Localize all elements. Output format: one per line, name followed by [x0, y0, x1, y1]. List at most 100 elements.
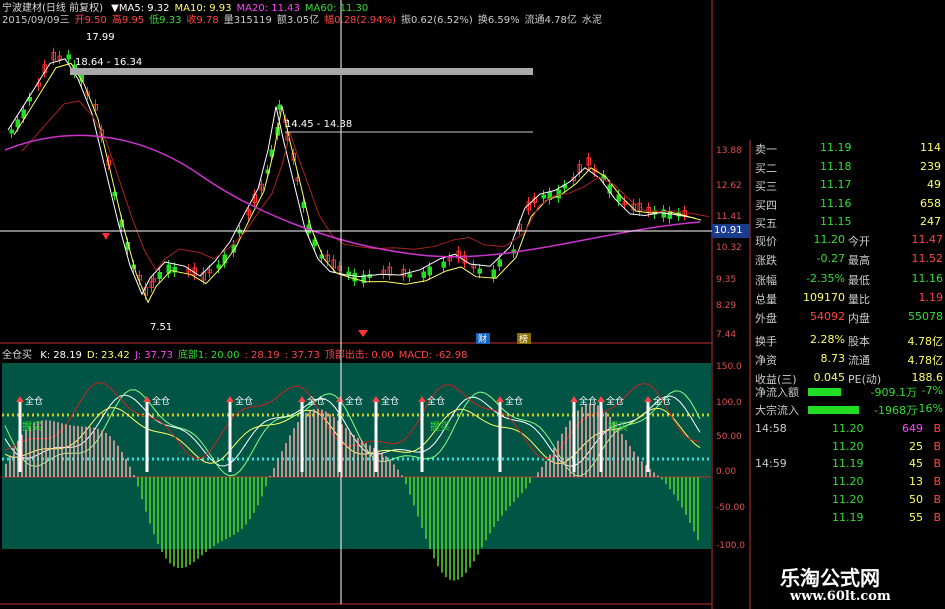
tick-row: 11.20 25 B: [752, 439, 945, 455]
tick-row: 14:58 11.20 649 B: [752, 421, 945, 437]
candle-body: [216, 264, 221, 269]
order-level-label: 买五: [755, 217, 777, 230]
event-marker-1[interactable]: 财: [478, 332, 487, 345]
buy-signal-label: 全仓: [579, 397, 598, 407]
stat-label: 最低: [848, 273, 870, 287]
flow-pct: -7%: [921, 384, 943, 397]
stat-value: 55078: [908, 310, 943, 324]
ma5-line: [7, 58, 696, 296]
stat-value: 4.78亿: [907, 334, 944, 348]
order-volume: 247: [920, 215, 941, 228]
candle-body: [497, 259, 502, 267]
candle-body: [277, 104, 282, 110]
order-price: 11.19: [820, 141, 852, 154]
stat-label: 今开: [848, 235, 870, 248]
range-label-1: 18.64 - 16.34: [75, 57, 143, 68]
ohlc-field: 开9.50: [74, 15, 107, 26]
tick-volume: 25: [909, 440, 923, 453]
candle-body: [541, 194, 546, 199]
buy-signal-label: 全仓: [345, 397, 364, 407]
order-price: 11.18: [820, 159, 852, 173]
indicator-header: 全仓买 K: 28.19 D: 23.42 J: 37.73 底部1: 20.00: …: [2, 346, 477, 361]
order-level-label: 买四: [755, 198, 777, 212]
stat-row: 外盘 54092 内盘 55078: [752, 309, 945, 327]
stat-value: 11.16: [911, 271, 944, 285]
order-level-label: 买二: [755, 161, 777, 175]
order-volume: 658: [920, 196, 941, 210]
buy-signal-label: 全仓: [152, 397, 171, 407]
tick-price: 11.19: [832, 511, 864, 524]
price-tick-label: 9.35: [716, 275, 737, 285]
candle-body: [9, 129, 14, 134]
order-book-row: 买三 11.17 49: [752, 177, 945, 195]
stat-label: 涨幅: [755, 273, 777, 287]
tick-side: B: [933, 457, 941, 470]
indicator-readout: : 28.19: [244, 350, 280, 361]
ma10-line: [13, 62, 702, 304]
buy-signal-label: 全仓: [235, 397, 254, 407]
stat-label: 最高: [848, 254, 870, 268]
indicator-tick-label: 100.0: [716, 398, 742, 408]
indicator-readout: 顶部出击: 0.00: [324, 350, 394, 361]
ohlc-field: 振0.62(6.52%): [401, 15, 473, 26]
buy-text-2: 握买: [430, 422, 450, 433]
flow-label: 大宗流入: [755, 404, 799, 417]
fund-flow-row: 大宗流入 -1968万 -16%: [752, 401, 945, 419]
indicator-readout: D: 23.42: [86, 350, 130, 361]
event-marker-2[interactable]: 榜: [519, 332, 528, 345]
stat-label: 量比: [848, 292, 870, 306]
candle-body: [346, 271, 351, 276]
stat-value: 11.47: [911, 233, 944, 246]
order-volume: 114: [920, 141, 941, 154]
current-price-label: 10.91: [714, 225, 743, 236]
stat-label: 净资: [755, 353, 777, 367]
tick-row: 11.20 50 B: [752, 492, 945, 508]
candle-body: [157, 272, 162, 280]
indicator-tick-label: -50.00: [716, 503, 746, 513]
tick-row: 14:59 11.19 45 B: [752, 456, 945, 472]
indicator-readout: J: 37.73: [134, 350, 173, 361]
indicator-readout: : 37.73: [284, 350, 320, 361]
stat-value: 2.28%: [810, 332, 845, 346]
tick-side: B: [933, 475, 941, 488]
stat-row: 涨幅 -2.35% 最低 11.16: [752, 271, 945, 289]
stat-label: 现价: [755, 235, 777, 248]
tick-price: 11.20: [832, 440, 864, 453]
tick-time: 14:58: [755, 422, 787, 435]
buy-signal-label: 全仓: [653, 397, 672, 407]
order-volume: 49: [927, 178, 941, 191]
tick-volume: 55: [909, 511, 923, 524]
tick-volume: 45: [909, 457, 923, 470]
buy-signal-label: 全仓: [25, 397, 44, 407]
indicator-readout: 底部1: 20.00: [177, 350, 240, 361]
tick-price: 11.19: [832, 457, 864, 470]
stat-label: 股本: [848, 334, 870, 348]
stat-row: 涨跌 -0.27 最高 11.52: [752, 251, 945, 269]
indicator-tick-label: 150.0: [716, 362, 742, 372]
flow-value: -1968万: [874, 404, 917, 417]
stat-label: 内盘: [848, 312, 870, 326]
tick-price: 11.20: [832, 422, 864, 435]
stat-value: 4.78亿: [907, 353, 944, 367]
candle-body: [352, 273, 357, 282]
tick-side: B: [933, 440, 941, 453]
price-tick-label: 8.29: [716, 301, 737, 311]
ma60-line: [4, 134, 701, 258]
stat-label: 涨跌: [755, 254, 777, 268]
price-tick-label: 10.32: [716, 243, 742, 253]
stat-row: 总量 109170 量比 1.19: [752, 290, 945, 308]
ohlc-field: 低9.33: [149, 15, 182, 26]
tick-side: B: [933, 511, 941, 524]
buy-signal-label: 全仓: [381, 397, 400, 407]
flow-label: 净流入额: [755, 386, 799, 399]
order-book-row: 买二 11.18 239: [752, 159, 945, 177]
order-price: 11.17: [820, 178, 852, 191]
stat-value: 1.19: [918, 290, 944, 304]
indicator-readout: K: 28.19: [40, 350, 82, 361]
order-book-row: 卖一 11.19 114: [752, 140, 945, 158]
candle-body: [15, 119, 20, 128]
indicator-tick-label: 50.00: [716, 432, 742, 442]
ohlc-field: 量315119: [223, 15, 272, 26]
flow-pct: -16%: [914, 402, 943, 415]
buy-text-1: 握买: [22, 422, 42, 433]
